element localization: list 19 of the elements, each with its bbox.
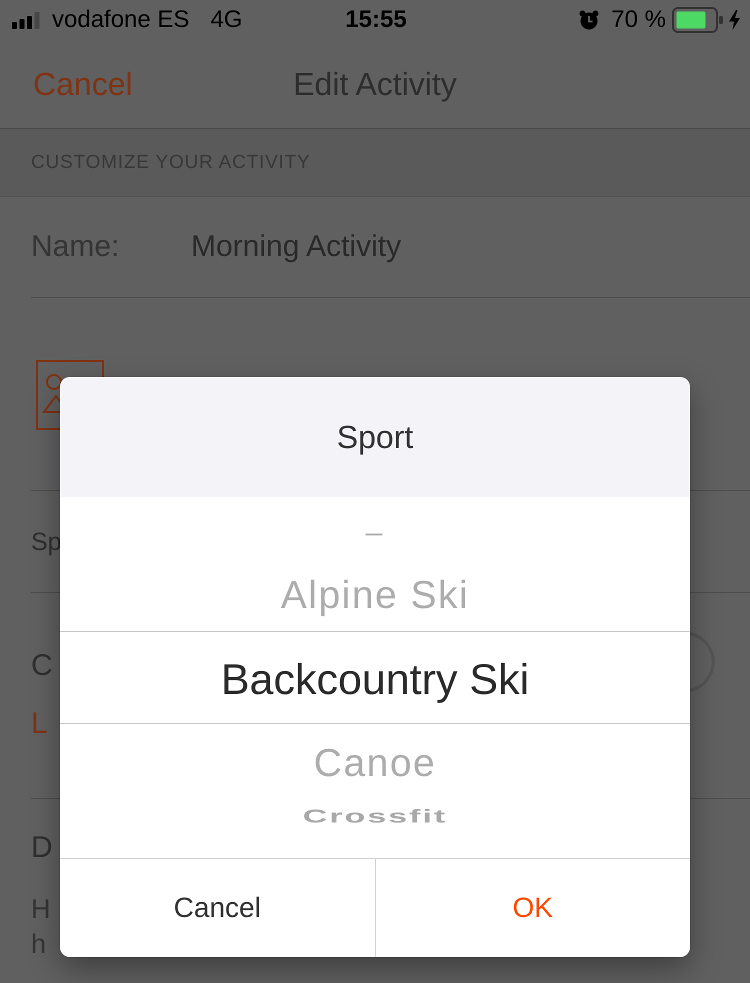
- signal-icon: [12, 12, 40, 28]
- picker-option[interactable]: Backcountry Ski: [220, 656, 530, 704]
- battery-percent: 70 %: [611, 6, 666, 34]
- cancel-button[interactable]: Cancel: [60, 859, 374, 957]
- cancel-link[interactable]: Cancel: [33, 65, 133, 103]
- status-time: 15:55: [345, 6, 407, 34]
- alarm-clock-icon: [579, 10, 600, 30]
- charging-bolt-icon: [729, 10, 740, 30]
- ok-button[interactable]: OK: [374, 859, 690, 957]
- network-type: 4G: [210, 6, 242, 34]
- picker-option[interactable]: Crossfit: [302, 806, 448, 827]
- dialog-title: Sport: [60, 377, 690, 497]
- battery-icon: [672, 7, 724, 33]
- picker-option[interactable]: –: [364, 523, 386, 544]
- ring-icon: [690, 630, 716, 694]
- link-text[interactable]: L: [31, 707, 48, 741]
- carrier-name: vodafone ES: [52, 6, 190, 34]
- picker-option[interactable]: Canoe: [314, 742, 436, 786]
- picker-option[interactable]: Alpine Ski: [280, 574, 470, 618]
